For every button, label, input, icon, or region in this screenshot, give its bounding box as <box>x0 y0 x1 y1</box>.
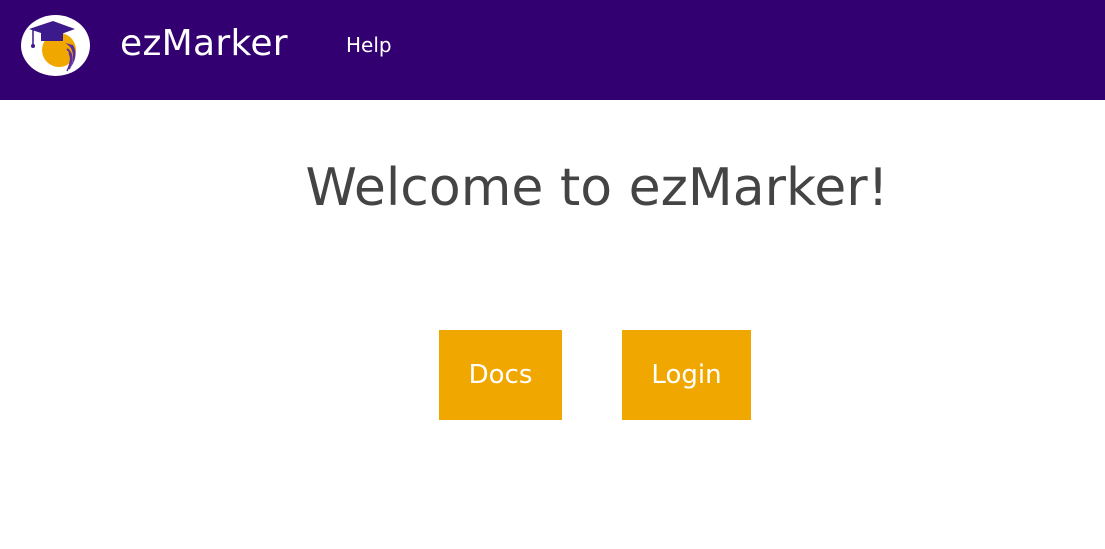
docs-button[interactable]: Docs <box>439 330 562 420</box>
brand-link[interactable]: ezMarker <box>120 20 288 68</box>
graduation-cap-logo-icon <box>29 21 76 72</box>
page-title: Welcome to ezMarker! <box>305 158 889 218</box>
login-button[interactable]: Login <box>622 330 751 420</box>
top-navbar: ezMarker Help <box>0 0 1105 100</box>
nav-help-link[interactable]: Help <box>346 31 392 59</box>
ezmarker-logo-icon[interactable] <box>21 15 90 76</box>
